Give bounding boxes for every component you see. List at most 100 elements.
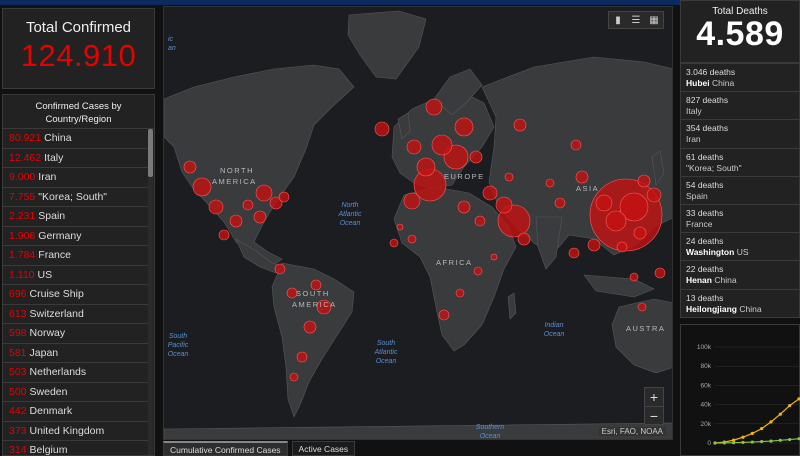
case-bubble[interactable]	[457, 200, 471, 214]
grid-icon[interactable]: ▦	[645, 12, 663, 28]
deaths-list-item[interactable]: 13 deaths Heilongjiang China	[681, 290, 799, 317]
country-list-item[interactable]: 7.755 "Korea; South"	[3, 188, 148, 207]
case-bubble[interactable]	[629, 272, 639, 282]
map-canvas[interactable]: NORTH AMERICA SOUTH AMERICA EUROPE ASIA …	[164, 7, 673, 440]
case-bubble[interactable]	[278, 191, 290, 203]
case-bubble[interactable]	[303, 320, 317, 334]
deaths-list-item[interactable]: 61 deaths "Korea; South"	[681, 149, 799, 177]
country-list-item[interactable]: 581 Japan	[3, 344, 148, 363]
deaths-list-item[interactable]: 54 deaths Spain	[681, 177, 799, 205]
country-list-item[interactable]: 9.000 Iran	[3, 168, 148, 188]
cases-line-chart: 100k 80k 60k 40k 20k 0	[697, 344, 800, 447]
case-bubble[interactable]	[255, 184, 273, 202]
case-bubble[interactable]	[654, 267, 666, 279]
death-count: 354 deaths	[686, 123, 729, 134]
case-bubble[interactable]	[229, 214, 243, 228]
case-bubble[interactable]	[242, 199, 254, 211]
country-case-count: 1.908	[9, 229, 36, 242]
case-bubble[interactable]	[490, 253, 498, 261]
country-list-item[interactable]: 500 Sweden	[3, 383, 148, 402]
country-list-item[interactable]: 613 Switzerland	[3, 305, 148, 324]
case-bubble[interactable]	[646, 187, 662, 203]
case-bubble[interactable]	[568, 247, 580, 259]
deaths-list-item[interactable]: 33 deaths France	[681, 205, 799, 234]
case-bubble[interactable]	[517, 232, 531, 246]
case-bubble[interactable]	[473, 266, 483, 276]
case-bubble[interactable]	[192, 177, 212, 197]
death-country: Spain	[686, 190, 708, 201]
scrollbar-thumb[interactable]	[148, 129, 153, 177]
case-bubble[interactable]	[570, 139, 582, 151]
country-list-item[interactable]: 1.110 US	[3, 266, 148, 285]
case-bubble[interactable]	[474, 215, 486, 227]
country-list-item[interactable]: 80.921 China	[3, 129, 148, 149]
country-list-item[interactable]: 373 United Kingdom	[3, 422, 148, 441]
case-bubble[interactable]	[637, 174, 651, 188]
case-bubble[interactable]	[513, 118, 527, 132]
bookmark-icon[interactable]: ▮	[609, 12, 627, 28]
case-bubble[interactable]	[416, 157, 436, 177]
label-pacific-edge-1: ic	[168, 36, 174, 43]
series-point-0	[769, 420, 773, 424]
case-bubble[interactable]	[554, 197, 566, 209]
country-list-item[interactable]: 2.231 Spain	[3, 207, 148, 227]
case-bubble[interactable]	[438, 309, 450, 321]
deaths-list-item[interactable]: 24 deaths Washington US	[681, 233, 799, 262]
country-name: Denmark	[29, 405, 73, 417]
case-bubble[interactable]	[389, 238, 399, 248]
country-list-item[interactable]: 314 Belgium	[3, 441, 148, 455]
case-bubble[interactable]	[183, 160, 197, 174]
country-list-item[interactable]: 503 Netherlands	[3, 363, 148, 383]
death-country: China	[739, 303, 762, 314]
country-case-count: 80.921	[9, 132, 42, 144]
case-bubble[interactable]	[469, 150, 483, 164]
deaths-list-item[interactable]: 3.046 deaths Hubei China	[681, 64, 799, 93]
country-list-item[interactable]: 1.908 Germany	[3, 227, 148, 246]
case-bubble[interactable]	[637, 302, 647, 312]
country-list-item[interactable]: 12.462 Italy	[3, 149, 148, 168]
case-bubble[interactable]	[218, 229, 230, 241]
world-map[interactable]: NORTH AMERICA SOUTH AMERICA EUROPE ASIA …	[163, 6, 673, 440]
case-bubble[interactable]	[289, 372, 299, 382]
case-bubble[interactable]	[296, 351, 308, 363]
case-bubble[interactable]	[396, 223, 404, 231]
country-list-item[interactable]: 1.784 France	[3, 246, 148, 266]
zoom-out-button[interactable]: −	[645, 406, 663, 424]
case-bubble[interactable]	[633, 226, 647, 240]
case-bubble[interactable]	[454, 117, 474, 137]
country-list-item[interactable]: 442 Denmark	[3, 402, 148, 422]
case-bubble[interactable]	[587, 238, 601, 252]
case-bubble[interactable]	[545, 178, 555, 188]
list-icon[interactable]: ☰	[627, 12, 645, 28]
country-list-item[interactable]: 598 Norway	[3, 324, 148, 344]
tab-cumulative-confirmed[interactable]: Cumulative Confirmed Cases	[163, 441, 288, 456]
country-list-item[interactable]: 696 Cruise Ship	[3, 285, 148, 305]
country-list-scrollbar[interactable]	[148, 129, 153, 455]
case-bubble[interactable]	[407, 234, 417, 244]
deaths-list-item[interactable]: 827 deaths Italy	[681, 92, 799, 121]
case-bubble[interactable]	[605, 210, 627, 232]
case-bubble[interactable]	[425, 98, 443, 116]
case-bubble[interactable]	[431, 134, 453, 156]
deaths-list-item[interactable]: 354 deaths Iran	[681, 120, 799, 149]
zoom-in-button[interactable]: +	[645, 388, 663, 406]
case-bubble[interactable]	[403, 192, 421, 210]
map-attribution[interactable]: Esri, FAO, NOAA	[598, 427, 666, 436]
case-bubble[interactable]	[274, 263, 286, 275]
deaths-list-item[interactable]: 22 deaths Henan China	[681, 261, 799, 290]
indonesia-shape	[583, 274, 655, 298]
case-bubble[interactable]	[455, 288, 465, 298]
case-bubble[interactable]	[406, 139, 422, 155]
tab-active-cases[interactable]: Active Cases	[291, 441, 356, 456]
zoom-control: + −	[644, 387, 664, 425]
case-bubble[interactable]	[595, 194, 613, 212]
case-bubble[interactable]	[495, 196, 513, 214]
country-name: Italy	[44, 151, 64, 164]
case-bubble[interactable]	[482, 185, 498, 201]
case-bubble[interactable]	[253, 210, 267, 224]
case-bubble[interactable]	[504, 172, 514, 182]
case-bubble[interactable]	[208, 199, 224, 215]
case-bubble[interactable]	[616, 241, 628, 253]
case-bubble[interactable]	[575, 170, 589, 184]
case-bubble[interactable]	[374, 121, 390, 137]
